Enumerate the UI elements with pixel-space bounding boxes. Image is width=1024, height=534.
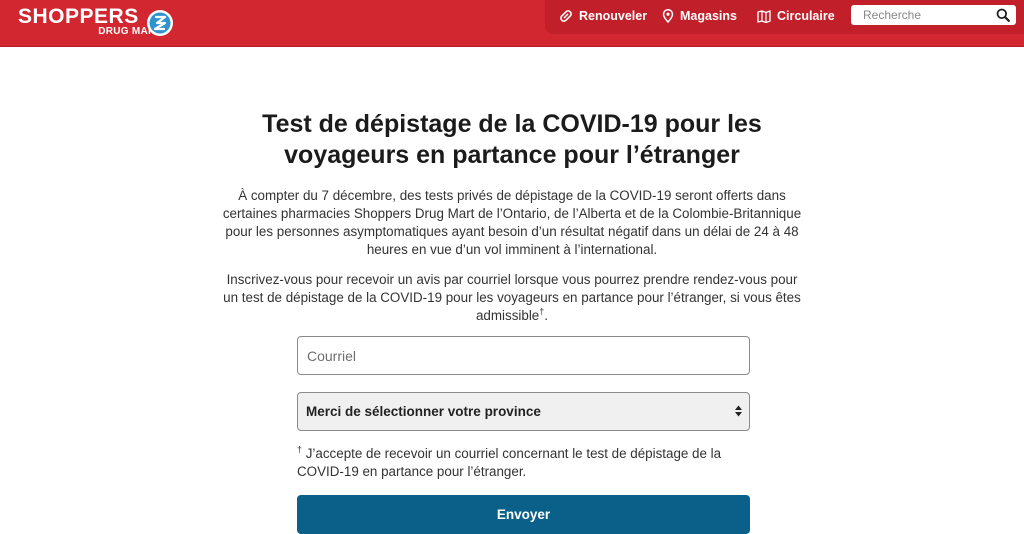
submit-button[interactable]: Envoyer	[297, 495, 750, 534]
location-pin-icon	[662, 9, 674, 23]
logo-wordmark: SHOPPERS	[18, 5, 139, 28]
signup-period: .	[544, 308, 548, 323]
nav-label: Magasins	[680, 9, 737, 23]
pharmacy-emblem-icon	[147, 10, 173, 36]
consent-text: † J’accepte de recevoir un courriel conc…	[297, 445, 752, 481]
signup-paragraph: Inscrivez-vous pour recevoir un avis par…	[222, 271, 802, 325]
pill-icon	[560, 10, 572, 22]
page-title: Test de dépistage de la COVID-19 pour le…	[262, 110, 762, 169]
search-box	[851, 5, 1016, 25]
consent-label: J’accepte de recevoir un courriel concer…	[297, 446, 722, 479]
shoppers-logo[interactable]: SHOPPERS DRUG MART	[18, 6, 188, 40]
nav-renouveler[interactable]: Renouveler	[559, 0, 647, 32]
search-input[interactable]	[861, 7, 995, 23]
search-icon[interactable]	[996, 8, 1010, 22]
select-arrows-icon	[735, 405, 742, 417]
signup-text: Inscrivez-vous pour recevoir un avis par…	[223, 272, 801, 323]
nav-magasins[interactable]: Magasins	[662, 0, 737, 32]
intro-paragraph: À compter du 7 décembre, des tests privé…	[222, 188, 802, 257]
province-select[interactable]: Merci de sélectionner votre province	[297, 392, 750, 431]
email-field[interactable]	[297, 336, 750, 375]
site-header: SHOPPERS DRUG MART Renouveler Magasins C…	[0, 0, 1024, 47]
nav-circulaire[interactable]: Circulaire	[757, 0, 835, 32]
province-selected-value: Merci de sélectionner votre province	[306, 404, 541, 419]
flyer-map-icon	[757, 9, 771, 23]
nav-label: Circulaire	[777, 9, 835, 23]
nav-label: Renouveler	[579, 9, 648, 23]
